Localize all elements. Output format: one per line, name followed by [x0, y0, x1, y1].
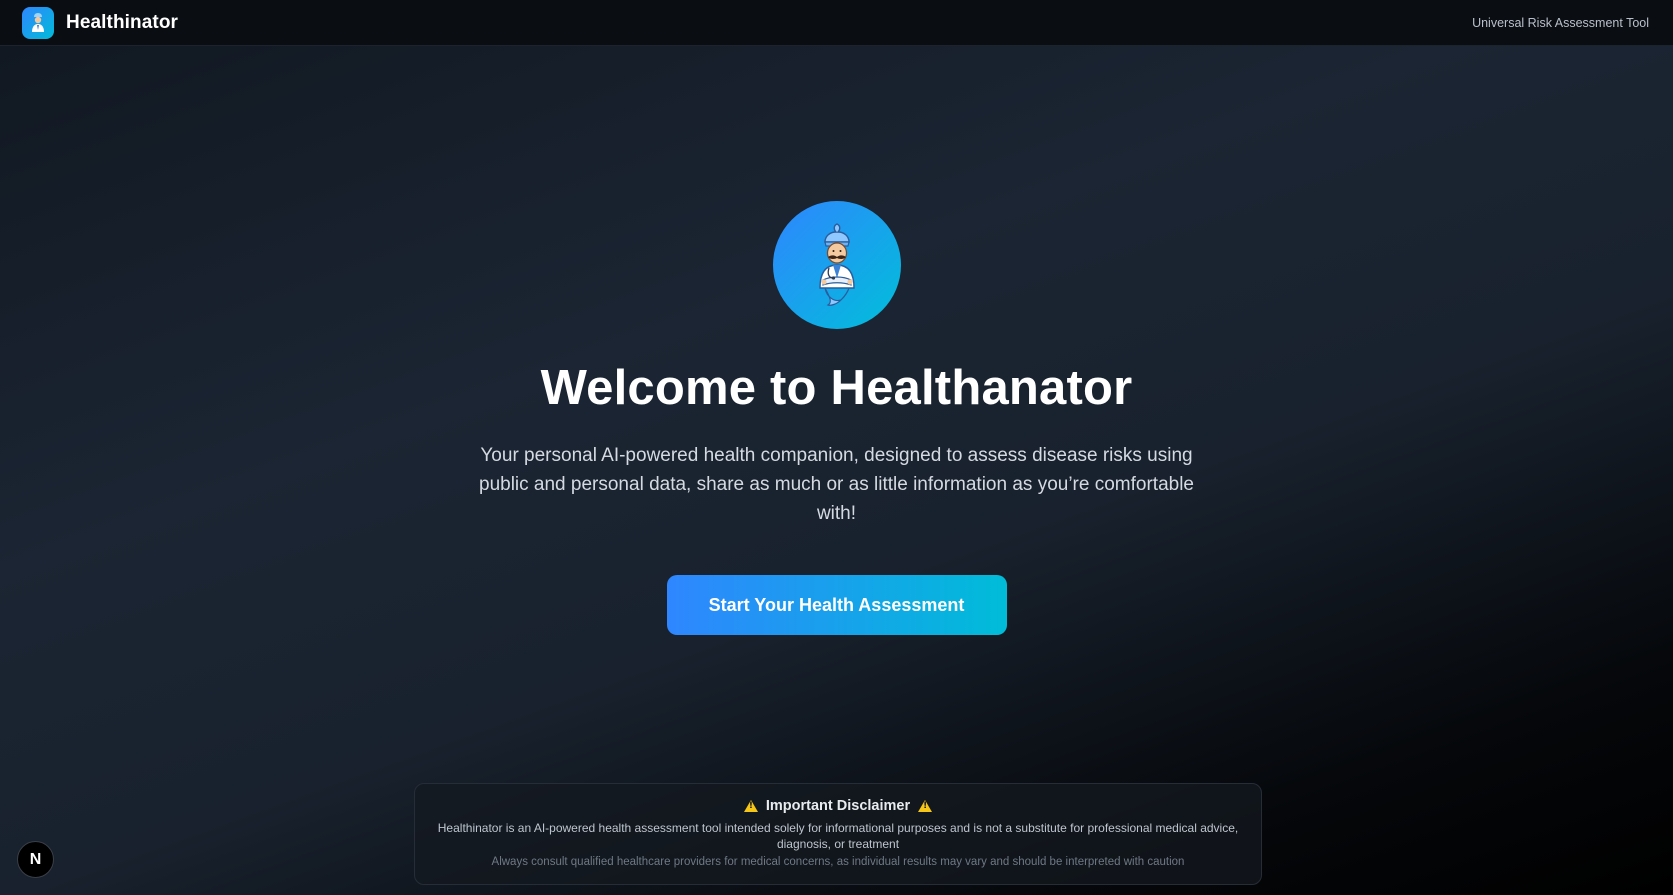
page-title: Welcome to Healthanator	[540, 361, 1133, 415]
disclaimer-note: Always consult qualified healthcare prov…	[491, 856, 1185, 868]
start-assessment-button[interactable]: Start Your Health Assessment	[666, 575, 1007, 635]
warning-icon	[743, 800, 758, 812]
n-badge-button[interactable]: N	[17, 841, 54, 878]
brand-logo-icon	[22, 6, 54, 39]
brand[interactable]: Healthinator	[22, 6, 179, 39]
top-bar: Healthinator Universal Risk Assessment T…	[0, 0, 1673, 46]
hero-section: Welcome to Healthanator Your personal AI…	[0, 46, 1673, 635]
brand-name: Healthinator	[66, 11, 179, 33]
tool-label: Universal Risk Assessment Tool	[1472, 15, 1649, 30]
warning-icon	[918, 800, 933, 812]
doctor-mascot-icon	[772, 201, 901, 329]
disclaimer-body: Healthinator is an AI-powered health ass…	[437, 821, 1239, 851]
disclaimer-box: Important Disclaimer Healthinator is an …	[414, 783, 1262, 885]
disclaimer-heading: Important Disclaimer	[415, 798, 1261, 814]
disclaimer-title: Important Disclaimer	[765, 798, 911, 814]
hero-subtitle: Your personal AI-powered health companio…	[479, 445, 1194, 524]
